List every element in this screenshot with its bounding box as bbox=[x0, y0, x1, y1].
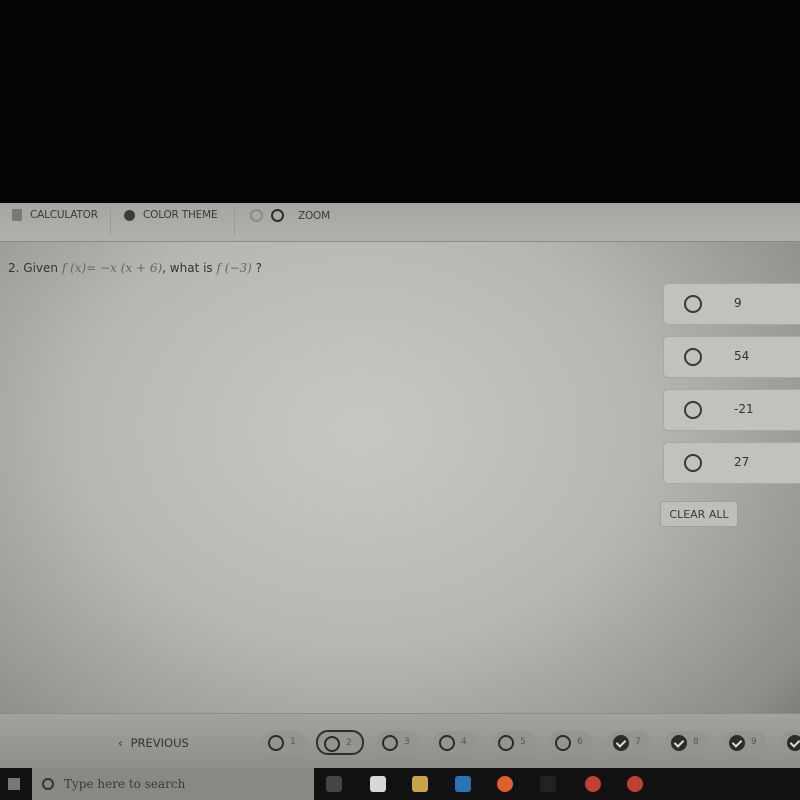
calculator-icon bbox=[12, 209, 22, 221]
chevron-left-icon: ‹ bbox=[118, 736, 123, 750]
radio-icon[interactable] bbox=[684, 454, 702, 472]
question-number: 1 bbox=[290, 737, 296, 747]
question-number: 2 bbox=[346, 738, 352, 748]
option-value: 27 bbox=[734, 455, 750, 469]
mail-icon[interactable] bbox=[455, 776, 471, 792]
unanswered-icon bbox=[324, 736, 340, 752]
file-explorer-icon[interactable] bbox=[412, 776, 428, 792]
radio-icon[interactable] bbox=[684, 401, 702, 419]
task-view-icon[interactable] bbox=[326, 776, 342, 792]
windows-start-icon[interactable] bbox=[8, 778, 20, 790]
question-nav-6[interactable]: 6 bbox=[549, 731, 593, 755]
previous-label: PREVIOUS bbox=[130, 736, 189, 750]
question-middle: , what is bbox=[162, 261, 213, 275]
zoom-in-icon[interactable] bbox=[271, 209, 284, 222]
chrome-icon[interactable] bbox=[627, 776, 643, 792]
question-nav-9[interactable]: 9 bbox=[723, 731, 767, 755]
check-icon bbox=[729, 735, 745, 751]
option-value: -21 bbox=[734, 402, 754, 416]
question-text: 2. Given f (x)= −x (x + 6), what is f (−… bbox=[8, 261, 262, 275]
store-icon[interactable] bbox=[370, 776, 386, 792]
windows-taskbar: Type here to search bbox=[0, 768, 800, 800]
toolbar-divider bbox=[234, 207, 235, 235]
clear-all-button[interactable]: CLEAR ALL bbox=[660, 501, 738, 527]
unanswered-icon bbox=[382, 735, 398, 751]
question-nav-7[interactable]: 7 bbox=[607, 731, 651, 755]
check-icon bbox=[787, 735, 800, 751]
unanswered-icon bbox=[555, 735, 571, 751]
search-placeholder: Type here to search bbox=[64, 777, 186, 791]
zoom-label: ZOOM bbox=[298, 209, 330, 222]
check-icon bbox=[613, 735, 629, 751]
unanswered-icon bbox=[439, 735, 455, 751]
color-theme-label: COLOR THEME bbox=[143, 209, 218, 221]
exam-screen: CALCULATOR COLOR THEME ZOOM 2. Given f (… bbox=[0, 203, 800, 769]
chrome-icon[interactable] bbox=[585, 776, 601, 792]
firefox-icon[interactable] bbox=[497, 776, 513, 792]
question-nav-2[interactable]: 2 bbox=[316, 730, 364, 755]
toolbar-divider bbox=[110, 207, 111, 235]
question-number: 9 bbox=[751, 737, 757, 747]
question-nav-4[interactable]: 4 bbox=[433, 731, 477, 755]
question-number: 8 bbox=[693, 737, 699, 747]
taskbar-search-input[interactable]: Type here to search bbox=[32, 768, 314, 800]
question-nav-5[interactable]: 5 bbox=[492, 731, 536, 755]
calculator-button[interactable]: CALCULATOR bbox=[12, 209, 98, 221]
answer-option[interactable]: 9 bbox=[663, 283, 800, 325]
zoom-out-icon[interactable] bbox=[250, 209, 263, 222]
question-nav-1[interactable]: 1 bbox=[262, 731, 306, 755]
toolbar: CALCULATOR COLOR THEME ZOOM bbox=[0, 203, 800, 242]
answer-option[interactable]: 54 bbox=[663, 336, 800, 378]
radio-icon[interactable] bbox=[684, 348, 702, 366]
question-number: 3 bbox=[404, 737, 410, 747]
question-navigation: ‹ PREVIOUS 1 2 3 4 5 6 7 8 9 10 bbox=[0, 713, 800, 769]
question-number: 7 bbox=[635, 737, 641, 747]
question-number: 5 bbox=[520, 737, 526, 747]
option-value: 54 bbox=[734, 349, 750, 363]
question-number: 6 bbox=[577, 737, 583, 747]
calculator-label: CALCULATOR bbox=[30, 209, 98, 221]
search-icon bbox=[42, 778, 54, 790]
option-value: 9 bbox=[734, 296, 742, 310]
unanswered-icon bbox=[498, 735, 514, 751]
question-nav-3[interactable]: 3 bbox=[376, 731, 420, 755]
question-nav-10[interactable]: 10 bbox=[781, 731, 800, 755]
unanswered-icon bbox=[268, 735, 284, 751]
answer-option[interactable]: 27 bbox=[663, 442, 800, 484]
radio-icon[interactable] bbox=[684, 295, 702, 313]
color-theme-button[interactable]: COLOR THEME bbox=[124, 209, 218, 221]
question-prefix: 2. Given bbox=[8, 261, 58, 275]
zoom-controls: ZOOM bbox=[250, 209, 330, 222]
function-query: f (−3) bbox=[216, 261, 252, 275]
question-nav-8[interactable]: 8 bbox=[665, 731, 709, 755]
answer-option[interactable]: -21 bbox=[663, 389, 800, 431]
palette-icon bbox=[124, 209, 135, 221]
question-suffix: ? bbox=[255, 261, 263, 275]
function-definition: f (x)= −x (x + 6) bbox=[61, 261, 163, 275]
check-icon bbox=[671, 735, 687, 751]
previous-button[interactable]: ‹ PREVIOUS bbox=[118, 736, 189, 750]
question-number: 4 bbox=[461, 737, 467, 747]
app-n-icon[interactable] bbox=[540, 776, 556, 792]
